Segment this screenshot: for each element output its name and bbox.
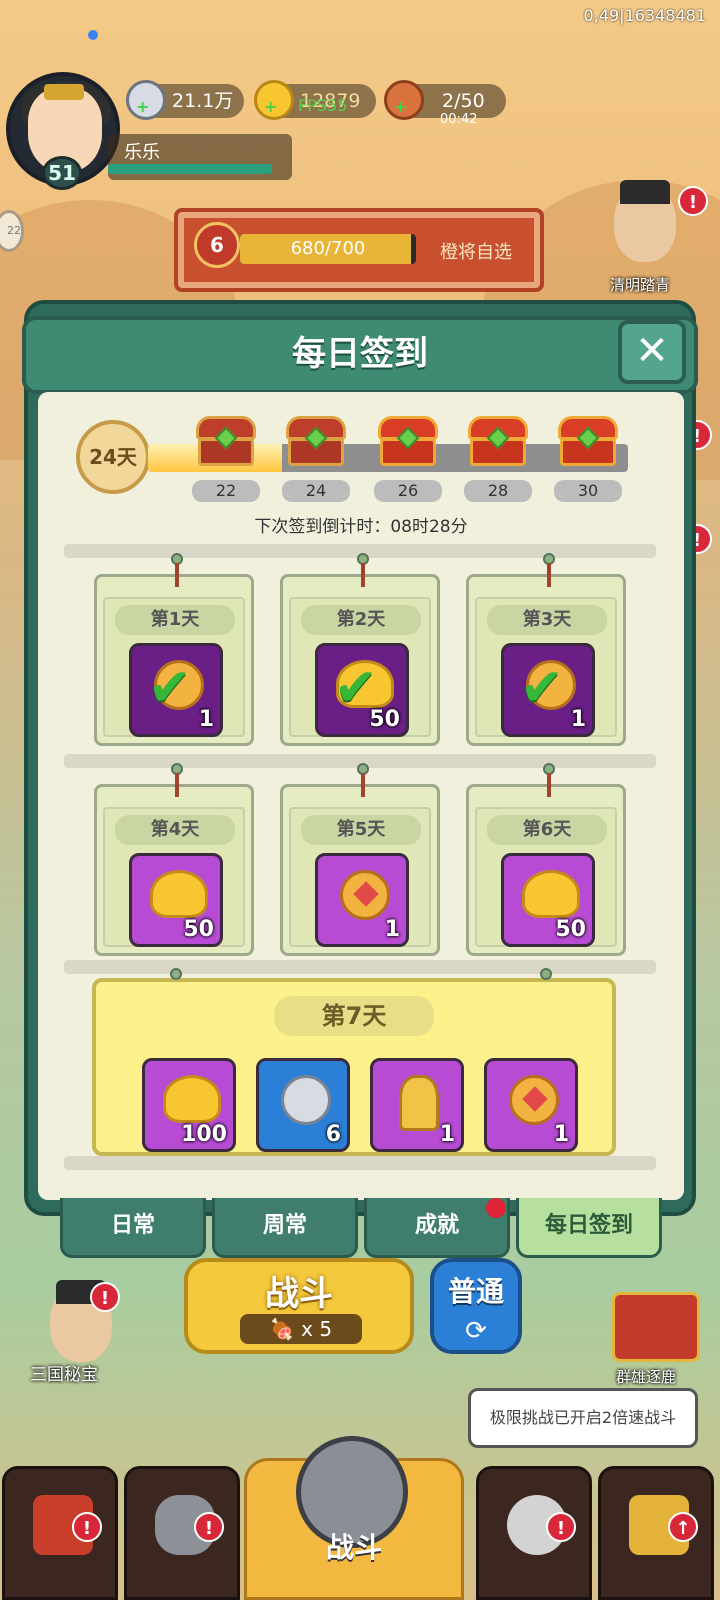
reward-item: 1 [315,853,409,947]
tab-weekly[interactable]: 周常 [212,1198,358,1258]
tip-bubble: 极限挑战已开启2倍速战斗 [468,1388,698,1448]
alert-icon: ! [90,1282,120,1312]
treasure-label: 三国秘宝 [30,1365,98,1385]
reward-item: 50 [501,853,595,947]
silver-value: 21.1万 [172,90,234,112]
npc-event-right[interactable] [600,180,690,272]
day-card-1[interactable]: 第1天 ✔ 1 [94,553,254,746]
battle-cost: 🍖 x 5 [240,1314,362,1344]
reward-qty: 1 [384,917,400,942]
milestone-label: 22 [192,480,260,502]
milestone-chest-30[interactable] [558,416,618,468]
reward-qty: 6 [325,1122,341,1147]
debug-readout: 0,49|16348481 [583,6,706,25]
day-card-2[interactable]: 第2天 ✔ 50 [280,553,440,746]
alert-icon: ↑ [668,1512,698,1542]
milestone-label: 24 [282,480,350,502]
silver-resource[interactable]: + 21.1万 [126,80,244,120]
player-xp-bar [108,164,272,174]
reward-item: ✔ 1 [501,643,595,737]
heart-coin-icon [340,870,390,920]
notification-dot [486,1198,506,1218]
checkmark-icon: ✔ [148,658,192,718]
alert-icon: ! [546,1512,576,1542]
day-card-3[interactable]: 第3天 ✔ 1 [466,553,626,746]
day-card-4[interactable]: 第4天 50 [94,763,254,956]
day7-label: 第7天 [274,996,434,1036]
close-button[interactable]: ✕ [618,320,686,384]
fps-counter: FPS55 [298,96,348,115]
reward-qty: 1 [439,1122,455,1147]
alert-icon: ! [678,186,708,216]
golden-key-icon [399,1075,439,1131]
reward-qty: 100 [181,1122,227,1147]
contest-label: 群雄逐鹿 [616,1368,677,1386]
stamina-timer: 00:42 [440,112,478,127]
milestone-label: 26 [374,480,442,502]
reward-qty: 50 [183,917,214,942]
day-label: 第5天 [301,815,421,845]
milestone-chest-26[interactable] [378,416,438,468]
reward-item: ✔ 1 [129,643,223,737]
nav-battle-label: 战斗 [325,1531,382,1564]
day7-reward-gold[interactable]: 100 [142,1058,236,1152]
day7-reward-silver[interactable]: 6 [256,1058,350,1152]
milestone-chest-28[interactable] [468,416,528,468]
reward-item: ✔ 50 [315,643,409,737]
day-label: 第3天 [487,605,607,635]
day-card-5[interactable]: 第5天 1 [280,763,440,956]
rank-pick-label: 橙将自选 [440,242,512,263]
reward-qty: 1 [570,707,586,732]
checkmark-icon: ✔ [520,658,564,718]
reward-item: 50 [129,853,223,947]
day-label: 第1天 [115,605,235,635]
shelf [64,960,656,974]
gold-ingot-icon [522,870,580,918]
silver-coin-icon [281,1075,331,1125]
day-label: 第4天 [115,815,235,845]
refresh-icon: ⟳ [465,1316,487,1346]
player-name: 乐乐 [124,142,160,163]
milestone-label: 28 [464,480,532,502]
battle-label: 战斗 [265,1274,333,1314]
tab-daily[interactable]: 日常 [60,1198,206,1258]
reward-qty: 50 [369,707,400,732]
milestone-chest-24[interactable] [286,416,346,468]
scroll-icon[interactable] [612,1292,700,1362]
day-card-6[interactable]: 第6天 50 [466,763,626,956]
signin-countdown: 下次签到倒计时：08时28分 [254,517,468,537]
heart-coin-icon [509,1075,559,1125]
gold-ingot-icon [150,870,208,918]
day7-reward-heart-coin[interactable]: 1 [484,1058,578,1152]
dialog-title: 每日签到 [292,334,428,374]
close-icon: ✕ [635,328,669,374]
day7-reward-key[interactable]: 1 [370,1058,464,1152]
mode-label: 普通 [447,1275,504,1308]
npc-event-label: 清明踏青 [610,276,671,294]
rank-progress-text: 680/700 [290,238,366,259]
tab-daily-signin[interactable]: 每日签到 [516,1198,662,1258]
reward-qty: 50 [555,917,586,942]
player-level-badge: 51 [42,156,82,190]
reward-qty: 1 [198,707,214,732]
milestone-label: 30 [554,480,622,502]
gold-ingot-icon [163,1075,221,1123]
meat-icon: 🍖 [269,1317,295,1341]
status-dot [88,30,98,40]
rank-level-badge: 6 [194,222,240,268]
alert-icon: ! [72,1512,102,1542]
shelf [64,1156,656,1170]
reward-qty: 1 [553,1122,569,1147]
signed-days-badge: 24天 [76,420,150,494]
day-label: 第2天 [301,605,421,635]
milestone-chest-22[interactable] [196,416,256,468]
alert-icon: ! [194,1512,224,1542]
day-label: 第6天 [487,815,607,845]
